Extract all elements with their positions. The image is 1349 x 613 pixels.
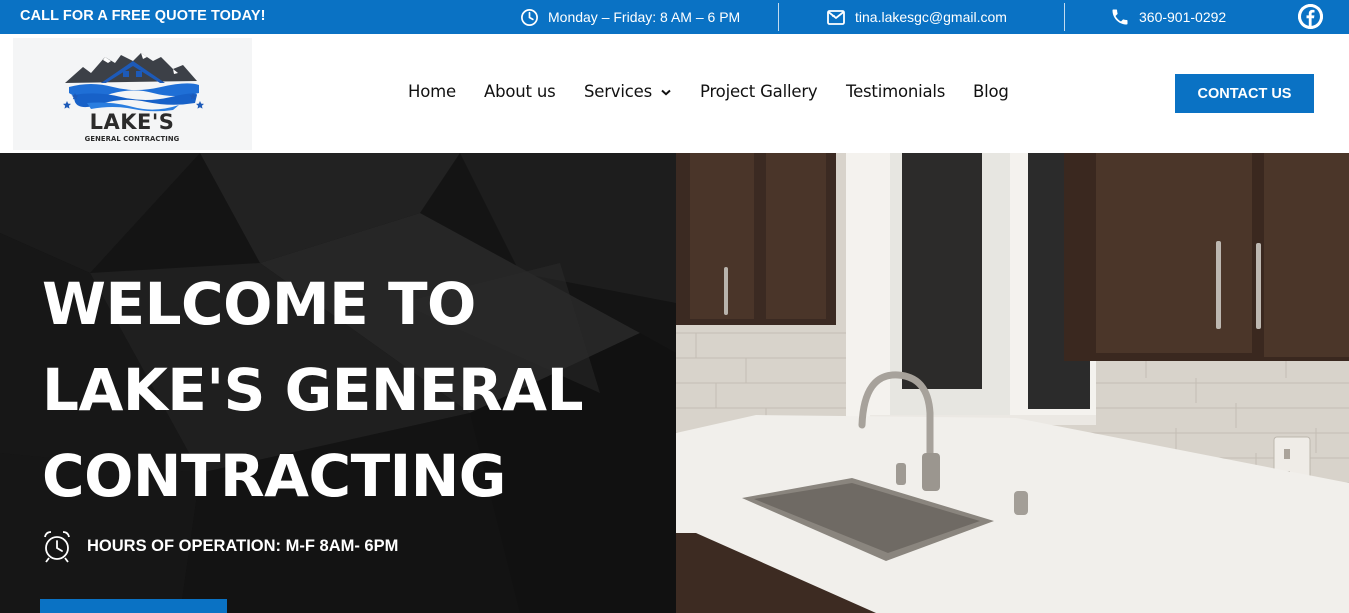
nav-item-blog[interactable]: Blog xyxy=(973,82,1009,101)
divider xyxy=(1064,3,1065,31)
nav-item-services-label: Services xyxy=(584,82,652,101)
hours-text: Monday – Friday: 8 AM – 6 PM xyxy=(548,9,741,25)
envelope-icon xyxy=(827,10,845,25)
logo-subtitle: GENERAL CONTRACTING xyxy=(84,135,180,143)
chevron-down-icon xyxy=(661,89,671,96)
facebook-link[interactable] xyxy=(1298,4,1323,29)
hero-title: WELCOME TO LAKE'S GENERAL CONTRACTING xyxy=(42,261,662,519)
site-logo[interactable]: LAKE'S GENERAL CONTRACTING xyxy=(13,38,252,150)
hero-title-line-1: WELCOME TO xyxy=(42,270,476,338)
alarm-clock-icon xyxy=(44,531,70,563)
hero-text-panel: WELCOME TO LAKE'S GENERAL CONTRACTING HO… xyxy=(0,153,676,613)
phone-icon xyxy=(1112,9,1128,25)
hours-of-operation-text: HOURS OF OPERATION: M-F 8AM- 6PM xyxy=(87,536,399,555)
free-quote-cta: CALL FOR A FREE QUOTE TODAY! xyxy=(20,8,266,24)
clock-icon xyxy=(521,8,538,26)
nav-item-project-gallery[interactable]: Project Gallery xyxy=(700,82,818,101)
hours-of-operation: HOURS OF OPERATION: M-F 8AM- 6PM xyxy=(42,529,398,563)
phone-contact[interactable]: 360-901-0292 xyxy=(1110,7,1226,27)
email-contact[interactable]: tina.lakesgc@gmail.com xyxy=(826,7,1007,27)
hero-title-line-3: CONTRACTING xyxy=(42,442,506,510)
business-hours: Monday – Friday: 8 AM – 6 PM xyxy=(520,7,740,27)
nav-item-home[interactable]: Home xyxy=(408,82,456,101)
facebook-icon xyxy=(1298,4,1323,29)
logo-mountain-house-icon xyxy=(63,53,204,112)
kitchen-sink-photo xyxy=(676,153,1349,613)
site-header: LAKE'S GENERAL CONTRACTING Home About us… xyxy=(0,34,1349,153)
top-bar: CALL FOR A FREE QUOTE TODAY! Monday – Fr… xyxy=(0,0,1349,34)
email-link[interactable]: tina.lakesgc@gmail.com xyxy=(855,9,1007,25)
kitchen-photo-illustration xyxy=(676,153,1349,613)
hero-cta-button[interactable] xyxy=(40,599,227,613)
divider xyxy=(778,3,779,31)
phone-link[interactable]: 360-901-0292 xyxy=(1139,9,1226,25)
contact-us-button[interactable]: CONTACT US xyxy=(1175,74,1314,113)
nav-item-about-us[interactable]: About us xyxy=(484,82,556,101)
nav-item-testimonials[interactable]: Testimonials xyxy=(846,82,945,101)
hero-section: WELCOME TO LAKE'S GENERAL CONTRACTING HO… xyxy=(0,153,1349,613)
logo-title: LAKE'S xyxy=(89,110,175,134)
hero-title-line-2: LAKE'S GENERAL xyxy=(42,356,584,424)
nav-item-services[interactable]: Services xyxy=(584,82,671,101)
